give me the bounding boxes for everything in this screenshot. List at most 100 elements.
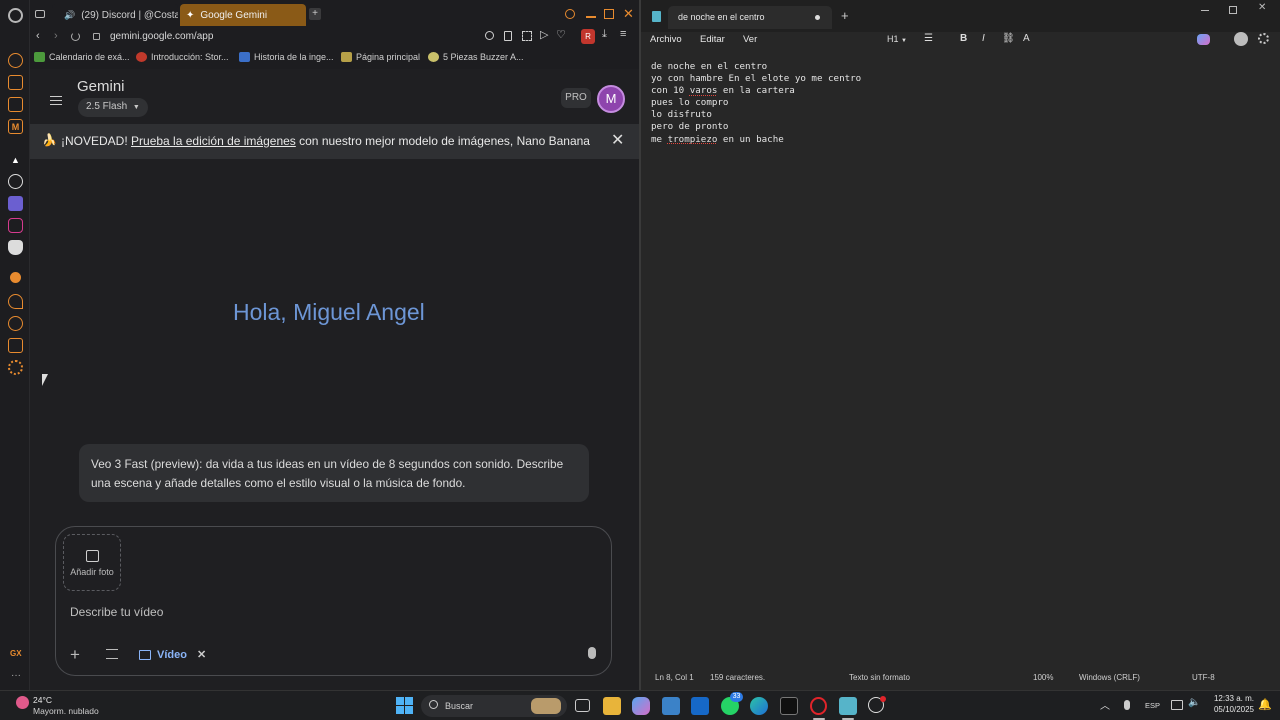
forward-button[interactable]: › (54, 30, 58, 42)
opera-taskbar-icon[interactable] (810, 697, 827, 715)
maximize-button[interactable] (604, 9, 614, 19)
store-icon[interactable] (662, 697, 680, 715)
m-app-icon[interactable]: M (8, 119, 23, 134)
volume-icon[interactable]: 🔈 (1188, 697, 1200, 708)
close-icon[interactable]: ✕ (611, 130, 624, 150)
back-button[interactable]: ‹ (36, 30, 40, 42)
sidebar-gx-label[interactable]: GX (10, 649, 22, 658)
menu-archivo[interactable]: Archivo (650, 34, 682, 45)
bookmark-item[interactable]: Historia de la inge... (239, 52, 334, 62)
menu-editar[interactable]: Editar (700, 34, 725, 45)
notepad-taskbar-icon[interactable] (839, 697, 857, 715)
gx-corner-icon[interactable] (8, 97, 23, 112)
discord-icon[interactable] (8, 240, 23, 255)
link-icon[interactable]: ⛓ (1002, 33, 1015, 44)
easy-setup-icon[interactable]: ≡ (620, 28, 626, 40)
bold-icon[interactable]: B (960, 33, 967, 44)
copilot-icon[interactable] (1197, 34, 1210, 45)
notepad-text-area[interactable]: de noche en el centro yo con hambre En el… (651, 61, 861, 146)
notepad-new-tab-button[interactable]: + (841, 8, 849, 23)
zoom-icon[interactable] (485, 31, 494, 40)
unsaved-dot-icon[interactable] (815, 15, 820, 20)
copilot-taskbar-icon[interactable] (632, 697, 650, 715)
weather-widget[interactable]: 24°C Mayorm. nublado (16, 694, 116, 718)
network-icon[interactable] (1171, 700, 1183, 710)
lock-icon[interactable] (93, 33, 100, 40)
search-tabs-icon[interactable] (565, 9, 575, 19)
italic-icon[interactable]: I (982, 33, 985, 44)
start-button[interactable] (396, 697, 413, 714)
opera-logo-icon[interactable] (8, 8, 23, 23)
extensions-icon[interactable] (8, 338, 23, 353)
player-icon[interactable]: ▷ (540, 28, 548, 41)
notepad-minimize-button[interactable] (1201, 10, 1209, 11)
new-tab-button[interactable]: + (309, 8, 321, 20)
instagram-icon[interactable] (8, 218, 23, 233)
task-view-icon[interactable] (575, 699, 590, 712)
extension-badge[interactable]: R (581, 29, 595, 44)
workspaces-icon[interactable] (35, 10, 45, 18)
avatar[interactable]: M (597, 85, 625, 113)
arc-icon[interactable]: ▲ (8, 152, 23, 167)
bookmark-item[interactable]: Calendario de exá... (34, 52, 130, 62)
music-icon[interactable] (10, 272, 21, 283)
bookmark-item[interactable]: Introducción: Stor... (136, 52, 229, 62)
model-selector[interactable]: 2.5 Flash ▼ (78, 98, 148, 117)
edge-icon[interactable] (750, 697, 768, 715)
zoom-level[interactable]: 100% (1033, 673, 1053, 682)
list-icon[interactable]: ☰ (924, 33, 933, 44)
notification-bell-icon[interactable]: 🔔 (1258, 698, 1272, 711)
url-field[interactable]: gemini.google.com/app (110, 31, 213, 42)
bookmark-item[interactable]: Página principal (341, 52, 420, 62)
banner-link[interactable]: Prueba la edición de imágenes (131, 134, 296, 148)
main-menu-icon[interactable] (50, 96, 62, 105)
notepad-close-button[interactable]: ✕ (1258, 2, 1266, 13)
speed-dial-icon[interactable] (8, 53, 23, 68)
suggestion-card[interactable]: Veo 3 Fast (preview): da vida a tus idea… (79, 444, 589, 502)
notepad-tab[interactable]: de noche en el centro (668, 6, 832, 29)
remove-chip-icon[interactable]: ✕ (197, 648, 206, 661)
close-window-button[interactable]: ✕ (623, 6, 634, 22)
snapshot-icon[interactable] (522, 31, 532, 41)
account-icon[interactable] (1234, 32, 1248, 46)
terminal-icon[interactable] (780, 697, 798, 715)
minimize-button[interactable] (586, 16, 596, 18)
speaker-icon[interactable]: 🔊 (64, 10, 75, 21)
add-photo-button[interactable]: Añadir foto (63, 534, 121, 591)
tab-gemini[interactable]: ✦ Google Gemini (180, 4, 306, 26)
pro-badge[interactable]: PRO (561, 88, 591, 108)
file-explorer-icon[interactable] (603, 697, 621, 715)
download-icon[interactable]: ⤓ (602, 28, 607, 41)
encoding[interactable]: UTF-8 (1192, 673, 1215, 682)
aria-icon[interactable] (8, 75, 23, 90)
clock[interactable]: 12:33 a. m. 05/10/2025 (1204, 693, 1254, 715)
outlook-icon[interactable] (691, 697, 709, 715)
mic-tray-icon[interactable] (1124, 700, 1130, 710)
tab-discord[interactable]: 🔊 (29) Discord | @Costa (52, 4, 178, 26)
text-format[interactable]: Texto sin formato (849, 673, 910, 682)
notepad-settings-icon[interactable] (1258, 33, 1269, 44)
menu-ver[interactable]: Ver (743, 34, 757, 45)
chatgpt-icon[interactable] (8, 174, 23, 189)
taskbar-search[interactable]: Buscar (421, 695, 567, 717)
heart-icon[interactable]: ♡ (556, 28, 566, 41)
prompt-input[interactable]: Describe tu vídeo (70, 605, 163, 619)
more-icon[interactable]: ··· (11, 670, 21, 681)
language-indicator[interactable]: ESP (1145, 701, 1160, 710)
reload-button[interactable] (71, 32, 80, 41)
notepad-maximize-button[interactable] (1229, 6, 1237, 14)
line-endings[interactable]: Windows (CRLF) (1079, 673, 1140, 682)
teams-icon[interactable] (8, 196, 23, 211)
tools-icon[interactable] (106, 649, 118, 659)
video-chip[interactable]: Vídeo ✕ (139, 648, 206, 661)
plus-icon[interactable]: + (70, 645, 80, 665)
camera-icon[interactable] (504, 31, 512, 41)
pin-icon[interactable] (8, 294, 23, 309)
settings-icon[interactable] (8, 360, 23, 375)
history-icon[interactable] (8, 316, 23, 331)
heading-selector[interactable]: H1 ▼ (887, 34, 907, 44)
tray-chevron-icon[interactable]: ︿ (1100, 697, 1110, 712)
bookmark-item[interactable]: 5 Piezas Buzzer A... (428, 52, 524, 62)
clear-format-icon[interactable]: A (1023, 33, 1030, 44)
microphone-icon[interactable] (588, 647, 596, 659)
